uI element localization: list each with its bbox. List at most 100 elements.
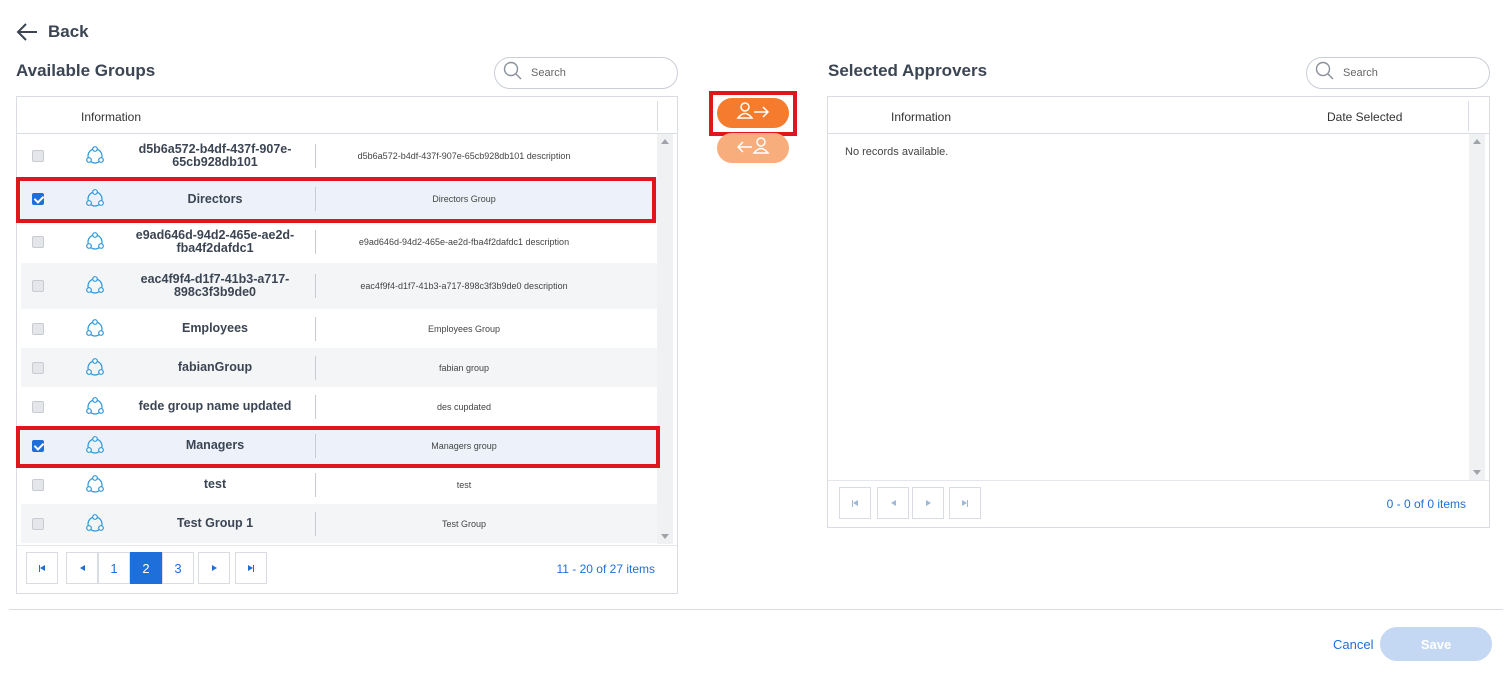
row-checkbox[interactable] [32, 517, 44, 530]
group-name: eac4f9f4-d1f7-41b3-a717-898c3f3b9de0 [140, 272, 290, 299]
table-row[interactable]: fede group name updated des cupdated [21, 387, 657, 426]
first-page-button[interactable] [26, 552, 58, 584]
column-header-information[interactable]: Information [81, 110, 141, 124]
table-row[interactable]: fabianGroup fabian group [21, 348, 657, 387]
group-name: fabianGroup [177, 360, 253, 374]
next-page-button[interactable] [198, 552, 230, 584]
header-divider [1468, 101, 1469, 131]
group-icon [84, 275, 106, 302]
scroll-up-icon[interactable] [1473, 139, 1481, 144]
first-page-button[interactable] [839, 487, 871, 519]
table-row[interactable]: Directors Directors Group [21, 177, 657, 221]
cell-divider [315, 230, 316, 254]
back-button[interactable]: Back [16, 22, 89, 42]
selected-approvers-title: Selected Approvers [828, 61, 988, 80]
selected-search[interactable] [1306, 57, 1490, 89]
scroll-down-icon[interactable] [1473, 470, 1481, 475]
group-name: Directors [187, 191, 243, 206]
available-search-input[interactable] [529, 66, 649, 80]
row-checkbox[interactable] [32, 478, 44, 491]
row-checkbox[interactable] [32, 236, 44, 248]
row-checkbox[interactable] [32, 193, 44, 205]
column-header-information[interactable]: Information [891, 110, 951, 124]
group-description: des cupdated [436, 401, 492, 412]
group-description: Employees Group [427, 323, 501, 334]
cell-divider [315, 316, 316, 341]
selected-grid-header: Information Date Selected [828, 97, 1489, 134]
table-row[interactable]: eac4f9f4-d1f7-41b3-a717-898c3f3b9de0 eac4… [21, 263, 657, 309]
available-search[interactable] [494, 57, 678, 89]
row-checkbox[interactable] [32, 322, 44, 335]
last-page-button[interactable] [949, 487, 981, 519]
group-description: test [456, 479, 472, 490]
group-icon [84, 318, 106, 345]
header-divider [657, 101, 658, 131]
cell-divider [315, 433, 316, 458]
cell-divider [315, 355, 316, 380]
group-name: Managers [185, 438, 245, 452]
group-icon [84, 435, 106, 462]
selected-approvers-grid: Information Date Selected No records ava… [827, 96, 1490, 528]
row-checkbox[interactable] [32, 149, 44, 162]
cell-divider [315, 511, 316, 536]
cell-divider [315, 472, 316, 497]
arrow-left-icon [16, 23, 38, 41]
group-description: Managers group [431, 440, 497, 451]
group-description: fabian group [438, 362, 490, 373]
back-label: Back [48, 22, 89, 41]
group-description: Directors Group [432, 194, 496, 204]
previous-page-button[interactable] [877, 487, 909, 519]
row-checkbox[interactable] [32, 439, 44, 452]
last-page-button[interactable] [235, 552, 267, 584]
group-description: d5b6a572-b4df-437f-907e-65cb928db101 des… [357, 150, 571, 161]
cell-divider [315, 394, 316, 419]
no-records-message: No records available. [845, 146, 949, 158]
vertical-scrollbar[interactable] [657, 134, 673, 544]
page-3-button[interactable]: 3 [162, 552, 194, 584]
table-row[interactable]: Managers Managers group [21, 426, 657, 465]
available-pager: 1 2 3 11 - 20 of 27 items [17, 545, 677, 593]
next-icon [925, 500, 931, 506]
group-name: fede group name updated [138, 399, 292, 413]
page-1-button[interactable]: 1 [98, 552, 130, 584]
row-checkbox[interactable] [32, 280, 44, 292]
move-to-selected-button[interactable] [717, 98, 789, 128]
column-header-date-selected[interactable]: Date Selected [1327, 110, 1402, 124]
table-row[interactable]: Employees Employees Group [21, 309, 657, 348]
previous-page-button[interactable] [66, 552, 98, 584]
save-button[interactable]: Save [1380, 627, 1492, 661]
group-icon [84, 396, 106, 423]
scroll-up-icon[interactable] [661, 139, 669, 144]
next-page-button[interactable] [912, 487, 944, 519]
cell-divider [315, 187, 316, 211]
row-checkbox[interactable] [32, 400, 44, 413]
selected-search-input[interactable] [1341, 66, 1461, 80]
group-icon [84, 474, 106, 501]
selected-pager: 0 - 0 of 0 items [828, 480, 1489, 527]
previous-icon [890, 500, 896, 506]
table-row[interactable]: d5b6a572-b4df-437f-907e-65cb928db101 d5b6… [21, 134, 657, 177]
group-icon [84, 145, 106, 172]
user-arrow-left-icon [735, 136, 771, 161]
search-icon [503, 61, 523, 86]
footer-divider [9, 609, 1503, 610]
scroll-down-icon[interactable] [661, 534, 669, 539]
group-description: e9ad646d-94d2-465e-ae2d-fba4f2dafdc1 des… [358, 237, 570, 247]
user-arrow-right-icon [735, 101, 771, 126]
table-row[interactable]: Test Group 1 Test Group [21, 504, 657, 543]
table-row[interactable]: e9ad646d-94d2-465e-ae2d-fba4f2dafdc1 e9ad… [21, 221, 657, 263]
row-checkbox[interactable] [32, 361, 44, 374]
page-2-button[interactable]: 2 [130, 552, 162, 584]
group-name: e9ad646d-94d2-465e-ae2d-fba4f2dafdc1 [135, 228, 295, 255]
table-row[interactable]: test test [21, 465, 657, 504]
next-icon [211, 565, 217, 571]
move-to-available-button[interactable] [717, 133, 789, 163]
available-groups-title: Available Groups [16, 61, 156, 80]
available-rows: d5b6a572-b4df-437f-907e-65cb928db101 d5b6… [21, 134, 657, 543]
vertical-scrollbar[interactable] [1469, 134, 1485, 480]
cancel-button[interactable]: Cancel [1333, 637, 1373, 652]
group-icon [84, 357, 106, 384]
group-description: eac4f9f4-d1f7-41b3-a717-898c3f3b9de0 des… [360, 281, 568, 291]
group-name: test [203, 477, 227, 491]
available-grid-header: Information [17, 97, 677, 134]
